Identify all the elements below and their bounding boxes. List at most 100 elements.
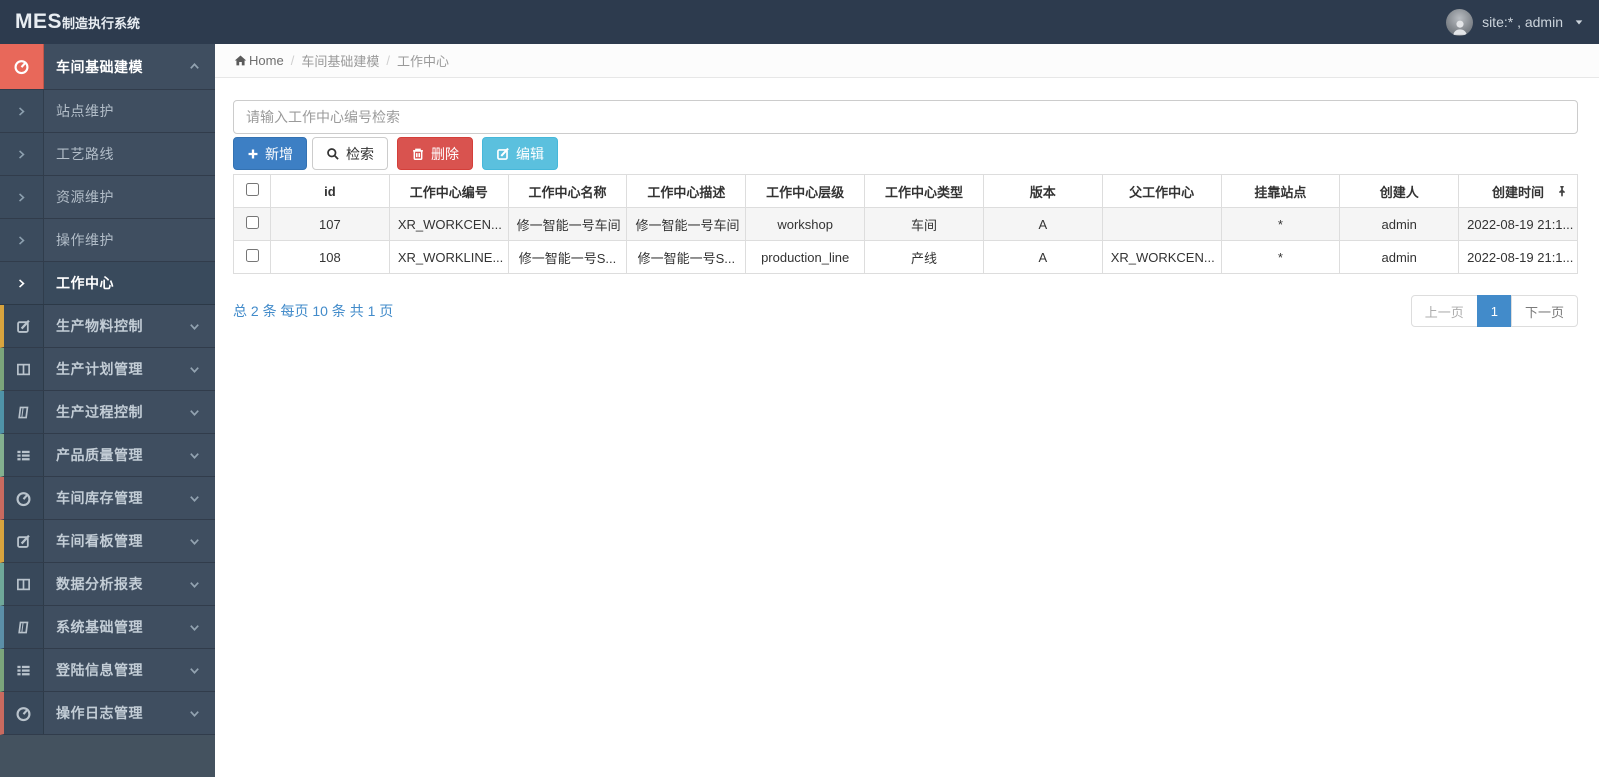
sidebar-group-label: 数据分析报表 <box>56 576 143 592</box>
pager: 上一页 1 下一页 <box>1410 295 1578 327</box>
avatar <box>1446 8 1474 36</box>
breadcrumb-home-label: Home <box>249 53 284 68</box>
column-header-creator: 创建人 <box>1339 174 1460 208</box>
search-button-label: 检索 <box>346 145 374 162</box>
search-input[interactable] <box>233 100 1578 134</box>
gauge-icon <box>15 705 32 722</box>
person-icon <box>1450 17 1470 36</box>
sidebar-group-label: 产品质量管理 <box>56 447 143 463</box>
delete-button[interactable]: 删除 <box>397 137 473 170</box>
table-row: 108 XR_WORKLINE... 修一智能一号S... 修一智能一号S...… <box>233 240 1578 274</box>
sidebar-item-label: 站点维护 <box>56 103 114 119</box>
cell-created-time: 2022-08-19 21:1... <box>1458 207 1578 241</box>
angle-right-icon <box>16 235 27 246</box>
chevron-down-icon <box>188 578 201 591</box>
sidebar-group-label: 生产过程控制 <box>56 404 143 420</box>
gauge-icon <box>15 490 32 507</box>
list-icon <box>16 448 31 463</box>
book-icon <box>16 620 31 635</box>
column-header-description: 工作中心描述 <box>626 174 747 208</box>
row-select-cell <box>233 240 271 274</box>
sidebar-item-operation-maintenance[interactable]: 操作维护 <box>0 219 215 262</box>
cell-parent: XR_WORKCEN... <box>1101 240 1222 274</box>
cell-version: A <box>982 240 1103 274</box>
chevron-down-icon <box>188 707 201 720</box>
gauge-icon <box>13 58 30 75</box>
edit-icon <box>16 534 31 549</box>
breadcrumb-item: 车间基础建模 <box>301 54 380 69</box>
sidebar-group-kanban-management[interactable]: 车间看板管理 <box>0 520 215 563</box>
user-label: site:* , admin <box>1482 14 1563 30</box>
chevron-down-icon <box>188 363 201 376</box>
cell-code: XR_WORKLINE... <box>388 240 509 274</box>
cell-station: * <box>1220 240 1341 274</box>
sidebar-group-label: 生产计划管理 <box>56 361 143 377</box>
add-button[interactable]: 新增 <box>233 137 307 170</box>
trash-icon <box>411 147 425 161</box>
search-button[interactable]: 检索 <box>312 137 388 170</box>
sidebar-item-station-maintenance[interactable]: 站点维护 <box>0 90 215 133</box>
chevron-down-icon <box>188 449 201 462</box>
angle-right-icon <box>16 278 27 289</box>
chevron-up-icon <box>188 60 201 73</box>
sidebar-group-login-info[interactable]: 登陆信息管理 <box>0 649 215 692</box>
cell-type: 产线 <box>864 240 984 274</box>
sidebar-item-process-route[interactable]: 工艺路线 <box>0 133 215 176</box>
chevron-down-icon <box>188 406 201 419</box>
column-header-created-time-label: 创建时间 <box>1492 184 1545 200</box>
pagination: 总 2 条 每页 10 条 共 1 页 上一页 1 下一页 <box>233 295 1578 327</box>
sidebar-group-operation-log[interactable]: 操作日志管理 <box>0 692 215 735</box>
sidebar-group-workshop-modeling[interactable]: 车间基础建模 <box>0 44 215 90</box>
edit-button[interactable]: 编辑 <box>482 137 558 170</box>
app-logo: MES 制造执行系统 <box>15 10 140 34</box>
columns-icon <box>16 362 31 377</box>
row-checkbox[interactable] <box>245 216 259 229</box>
cell-version: A <box>982 207 1103 241</box>
cell-code: XR_WORKCEN... <box>388 207 509 241</box>
cell-level: workshop <box>745 207 866 241</box>
delete-button-label: 删除 <box>431 145 459 162</box>
sidebar-item-resource-maintenance[interactable]: 资源维护 <box>0 176 215 219</box>
sidebar-group-quality-management[interactable]: 产品质量管理 <box>0 434 215 477</box>
pagination-page-1-button[interactable]: 1 <box>1476 295 1512 327</box>
sidebar-group-inventory-management[interactable]: 车间库存管理 <box>0 477 215 520</box>
pin-icon[interactable] <box>1556 185 1568 197</box>
sidebar-group-data-analysis[interactable]: 数据分析报表 <box>0 563 215 606</box>
breadcrumb: Home / 车间基础建模 / 工作中心 <box>215 44 1599 78</box>
cell-id: 108 <box>270 240 390 274</box>
sidebar-group-system-management[interactable]: 系统基础管理 <box>0 606 215 649</box>
pagination-summary[interactable]: 总 2 条 每页 10 条 共 1 页 <box>233 301 393 321</box>
pagination-prev-button[interactable]: 上一页 <box>1410 295 1478 327</box>
add-button-label: 新增 <box>265 145 293 162</box>
pagination-next-button[interactable]: 下一页 <box>1510 295 1578 327</box>
column-header-version: 版本 <box>982 174 1103 208</box>
angle-right-icon <box>16 192 27 203</box>
sidebar-item-work-center[interactable]: 工作中心 <box>0 262 215 305</box>
chevron-down-icon <box>188 535 201 548</box>
table-row: 107 XR_WORKCEN... 修一智能一号车间 修一智能一号车间 work… <box>233 207 1578 241</box>
column-header-code: 工作中心编号 <box>388 174 509 208</box>
book-icon <box>16 405 31 420</box>
breadcrumb-separator: / <box>290 53 295 68</box>
breadcrumb-item-current: 工作中心 <box>396 54 449 69</box>
row-checkbox[interactable] <box>245 249 259 262</box>
select-all-checkbox[interactable] <box>245 183 259 196</box>
magnifier-icon <box>326 147 340 161</box>
sidebar-group-label: 车间基础建模 <box>56 58 143 75</box>
cell-description: 修一智能一号车间 <box>626 207 747 241</box>
sidebar-group-process-control[interactable]: 生产过程控制 <box>0 391 215 434</box>
list-icon <box>16 663 31 678</box>
angle-right-icon <box>16 149 27 160</box>
cell-name: 修一智能一号车间 <box>507 207 628 241</box>
sidebar-group-material-control[interactable]: 生产物料控制 <box>0 305 215 348</box>
sidebar-group-label: 系统基础管理 <box>56 619 143 635</box>
column-header-created-time: 创建时间 <box>1458 174 1578 208</box>
user-menu[interactable]: site:* , admin <box>1446 8 1584 36</box>
pencil-square-icon <box>496 147 510 161</box>
cell-parent <box>1101 207 1222 241</box>
column-header-parent: 父工作中心 <box>1101 174 1222 208</box>
breadcrumb-home[interactable]: Home <box>234 53 284 68</box>
angle-right-icon <box>16 106 27 117</box>
sidebar-group-plan-management[interactable]: 生产计划管理 <box>0 348 215 391</box>
cell-level: production_line <box>745 240 866 274</box>
